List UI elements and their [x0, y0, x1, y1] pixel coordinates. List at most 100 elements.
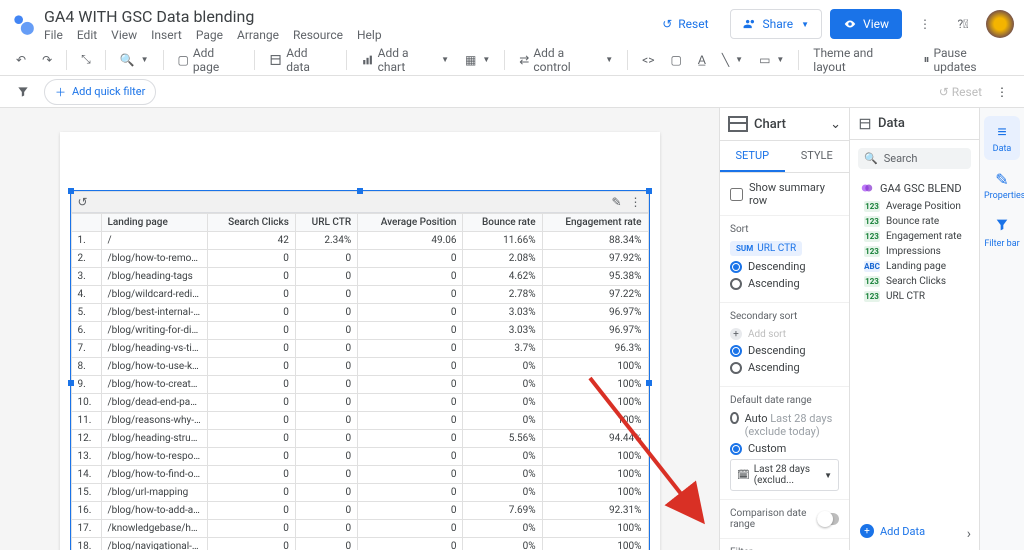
zoom-button[interactable]: 🔍▼	[114, 49, 155, 71]
secondary-sort-descending-radio[interactable]: Descending	[730, 344, 839, 357]
menu-page[interactable]: Page	[196, 28, 223, 42]
undo-button[interactable]: ↶	[10, 49, 32, 71]
table-row[interactable]: 14./blog/how-to-find-ou...0000%100%	[71, 466, 648, 484]
field-type-badge: 123	[864, 276, 880, 287]
table-header-cell[interactable]	[71, 214, 101, 232]
table-header-cell[interactable]: Landing page	[101, 214, 208, 232]
filterbar-more-icon[interactable]: ⋮	[990, 81, 1014, 103]
table-row[interactable]: 13./blog/how-to-respon...0000%100%	[71, 448, 648, 466]
fields-search-input[interactable]: 🔍 Search	[858, 148, 971, 169]
add-data-button[interactable]: Add data	[263, 42, 338, 78]
table-chart-widget[interactable]: ↺ ✎ ⋮ Landing pageSearch ClicksURL CTRAv…	[70, 190, 650, 550]
sort-field-chip[interactable]: SUM URL CTR	[730, 241, 802, 256]
table-row[interactable]: 1./422.34%49.0611.66%88.34%	[71, 232, 648, 250]
secondary-sort-label: Secondary sort	[730, 311, 839, 322]
field-row[interactable]: 123Search Clicks	[850, 274, 979, 289]
view-button[interactable]: View	[830, 9, 902, 39]
table-widget-toolbar: ↺ ✎ ⋮	[71, 191, 649, 213]
shape-button[interactable]: ▭▼	[753, 49, 790, 71]
calendar-icon: 🗓	[737, 470, 750, 481]
menu-insert[interactable]: Insert	[151, 28, 182, 42]
field-row[interactable]: 123Impressions	[850, 244, 979, 259]
table-header-cell[interactable]: Bounce rate	[463, 214, 542, 232]
table-row[interactable]: 11./blog/reasons-why-y...0000%100%	[71, 412, 648, 430]
help-button[interactable]: ?⃝	[948, 9, 978, 39]
table-row[interactable]: 18./blog/navigational-v...0000%100%	[71, 538, 648, 550]
table-row[interactable]: 17./knowledgebase/ho...0000%100%	[71, 520, 648, 538]
menu-arrange[interactable]: Arrange	[237, 28, 279, 42]
rail-data[interactable]: ≡Data	[984, 116, 1020, 160]
line-button[interactable]: ╲▼	[716, 49, 749, 71]
table-row[interactable]: 3./blog/heading-tags0004.62%95.38%	[71, 268, 648, 286]
date-custom-radio[interactable]: Custom	[730, 442, 839, 455]
field-row[interactable]: 123URL CTR	[850, 289, 979, 304]
document-title[interactable]: GA4 WITH GSC Data blending	[44, 7, 649, 26]
reset-button[interactable]: ↺ Reset	[649, 9, 721, 39]
user-avatar[interactable]	[986, 10, 1014, 38]
tab-style[interactable]: STYLE	[785, 141, 850, 172]
sort-section-label: Sort	[730, 224, 839, 235]
table-header-cell[interactable]: URL CTR	[295, 214, 357, 232]
table-header-cell[interactable]: Engagement rate	[542, 214, 648, 232]
table-row[interactable]: 6./blog/writing-for-diff...0003.03%96.97…	[71, 322, 648, 340]
chart-type-expand-icon[interactable]: ⌄	[830, 117, 841, 132]
show-summary-row-checkbox[interactable]: Show summary row	[730, 181, 839, 207]
table-header-cell[interactable]: Average Position	[358, 214, 463, 232]
menu-edit[interactable]: Edit	[77, 28, 97, 42]
table-row[interactable]: 7./blog/heading-vs-titl...0003.7%96.3%	[71, 340, 648, 358]
filter-icon[interactable]	[10, 81, 36, 103]
theme-layout-button[interactable]: Theme and layout	[807, 42, 909, 78]
expand-panel-icon[interactable]: ›	[967, 526, 971, 542]
field-row[interactable]: 123Average Position	[850, 199, 979, 214]
table-more-icon[interactable]: ⋮	[630, 195, 642, 209]
table-row[interactable]: 8./blog/how-to-use-ke...0000%100%	[71, 358, 648, 376]
data-source-row[interactable]: GA4 GSC BLEND	[850, 177, 979, 199]
add-control-button[interactable]: ⇄ Add a control▼	[513, 42, 619, 78]
selection-tool-button[interactable]: ⤡	[75, 48, 97, 71]
date-auto-radio[interactable]: Auto Last 28 days (exclude today)	[730, 412, 839, 438]
pause-updates-button[interactable]: ⏸ Pause updates	[917, 42, 1014, 78]
share-button[interactable]: Share ▼	[730, 9, 823, 39]
table-row[interactable]: 12./blog/heading-struct...0005.56%94.44%	[71, 430, 648, 448]
community-viz-button[interactable]: ▦▼	[459, 49, 496, 71]
field-row[interactable]: 123Engagement rate	[850, 229, 979, 244]
add-data-footer-button[interactable]: + Add Data	[850, 518, 935, 544]
rail-properties[interactable]: ✎Properties	[984, 164, 1020, 207]
redo-button[interactable]: ↷	[36, 49, 58, 71]
comparison-date-range-label: Comparison date range	[730, 508, 817, 530]
table-row[interactable]: 5./blog/best-internal-li...0003.03%96.97…	[71, 304, 648, 322]
table-row[interactable]: 10./blog/dead-end-pages0000%100%	[71, 394, 648, 412]
table-row[interactable]: 2./blog/how-to-remov...0002.08%97.92%	[71, 250, 648, 268]
add-quick-filter-chip[interactable]: ＋ Add quick filter	[44, 79, 156, 105]
field-label: Impressions	[886, 246, 941, 257]
menu-view[interactable]: View	[111, 28, 137, 42]
table-header-cell[interactable]: Search Clicks	[208, 214, 296, 232]
table-row[interactable]: 15./blog/url-mapping0000%100%	[71, 484, 648, 502]
sort-ascending-radio[interactable]: Ascending	[730, 277, 839, 290]
table-edit-icon[interactable]: ✎	[611, 195, 621, 209]
menu-help[interactable]: Help	[357, 28, 382, 42]
rail-filter-bar[interactable]: Filter bar	[984, 211, 1020, 255]
more-options-button[interactable]: ⋮	[910, 9, 940, 39]
share-icon	[743, 17, 757, 31]
date-range-picker[interactable]: 🗓 Last 28 days (exclud... ▼	[730, 459, 839, 491]
menu-resource[interactable]: Resource	[293, 28, 343, 42]
table-row[interactable]: 16./blog/how-to-add-an...0007.69%92.31%	[71, 502, 648, 520]
image-button[interactable]: ▢	[665, 49, 688, 71]
sort-descending-radio[interactable]: Descending	[730, 260, 839, 273]
table-row[interactable]: 4./blog/wildcard-redir...0002.78%97.22%	[71, 286, 648, 304]
add-page-button[interactable]: ▢ Add page	[171, 42, 246, 78]
field-row[interactable]: 123Bounce rate	[850, 214, 979, 229]
add-chart-button[interactable]: Add a chart▼	[355, 42, 456, 78]
tab-setup[interactable]: SETUP	[720, 141, 785, 172]
add-sort-button[interactable]: +Add sort	[730, 328, 839, 340]
table-row[interactable]: 9./blog/how-to-create-...0000%100%	[71, 376, 648, 394]
menu-file[interactable]: File	[44, 28, 63, 42]
url-embed-button[interactable]: <>	[636, 49, 660, 71]
comparison-date-toggle[interactable]	[817, 513, 839, 525]
text-button[interactable]: A̲	[692, 49, 712, 71]
field-row[interactable]: ABCLanding page	[850, 259, 979, 274]
report-canvas[interactable]: ↺ ✎ ⋮ Landing pageSearch ClicksURL CTRAv…	[0, 108, 719, 550]
secondary-sort-ascending-radio[interactable]: Ascending	[730, 361, 839, 374]
table-reset-icon[interactable]: ↺	[78, 195, 88, 209]
